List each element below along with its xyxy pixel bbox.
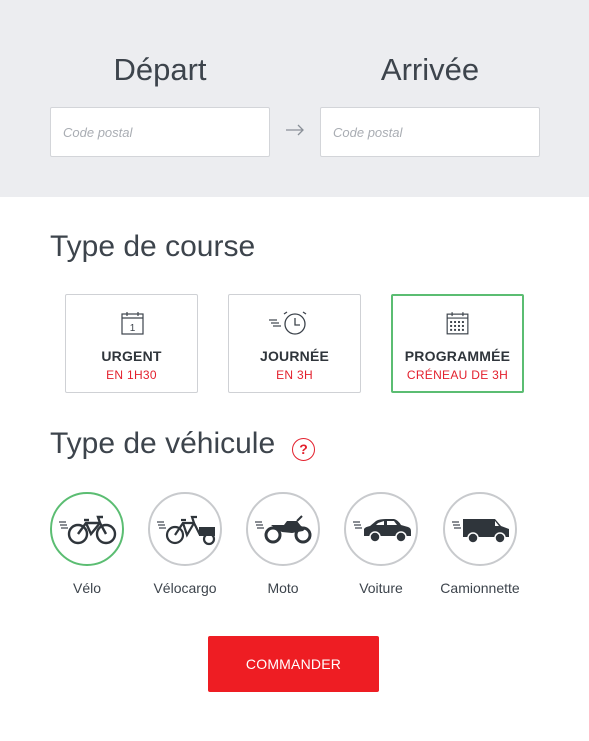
course-type-title: Type de course [50,230,256,263]
vehicle-option-velo[interactable]: Vélo [39,492,135,596]
vehicle-label: Camionnette [440,580,520,596]
vehicle-circle [50,492,124,566]
course-delay: EN 3H [276,368,313,382]
arrivee-postal-input[interactable] [320,107,540,157]
order-button[interactable]: COMMANDER [208,636,379,692]
vehicle-option-voiture[interactable]: Voiture [333,492,429,596]
depart-title: Départ [113,52,207,87]
vehicle-label: Vélo [72,580,102,596]
cargo-bike-icon [157,515,216,546]
vehicle-option-camionnette[interactable]: Camionnette [432,492,528,596]
depart-postal-input[interactable] [50,107,270,157]
calendar-day-number: 1 [130,323,136,334]
van-icon [452,519,509,544]
bicycle-icon [59,515,117,545]
car-icon [353,519,411,543]
course-label: JOURNÉE [259,348,330,364]
help-icon[interactable]: ? [292,438,315,461]
calendar-grid-icon [446,312,469,335]
vehicle-type-title: Type de véhicule [50,427,276,460]
course-delay: EN 1H30 [106,368,157,382]
vehicle-circle [344,492,418,566]
course-label: PROGRAMMÉE [404,348,511,364]
course-delay: CRÉNEAU DE 3H [406,368,509,382]
motorcycle-icon [255,515,312,544]
fast-clock-icon [269,311,307,335]
course-option-journee[interactable]: JOURNÉE EN 3H [228,294,361,393]
course-option-programmee[interactable]: PROGRAMMÉE CRÉNEAU DE 3H [391,294,524,393]
course-option-urgent[interactable]: 1 URGENT EN 1H30 [65,294,198,393]
vehicle-circle [246,492,320,566]
calendar-day-icon: 1 [121,312,144,335]
arrivee-title: Arrivée [380,52,480,87]
course-label: URGENT [101,348,162,364]
arrow-right-icon [286,124,304,136]
vehicle-label: Voiture [359,580,403,596]
vehicle-label: Vélocargo [153,580,217,596]
vehicle-circle [148,492,222,566]
vehicle-option-velocargo[interactable]: Vélocargo [137,492,233,596]
vehicle-circle [443,492,517,566]
location-panel: Départ Arrivée [0,0,589,197]
vehicle-option-moto[interactable]: Moto [235,492,331,596]
vehicle-label: Moto [267,580,299,596]
